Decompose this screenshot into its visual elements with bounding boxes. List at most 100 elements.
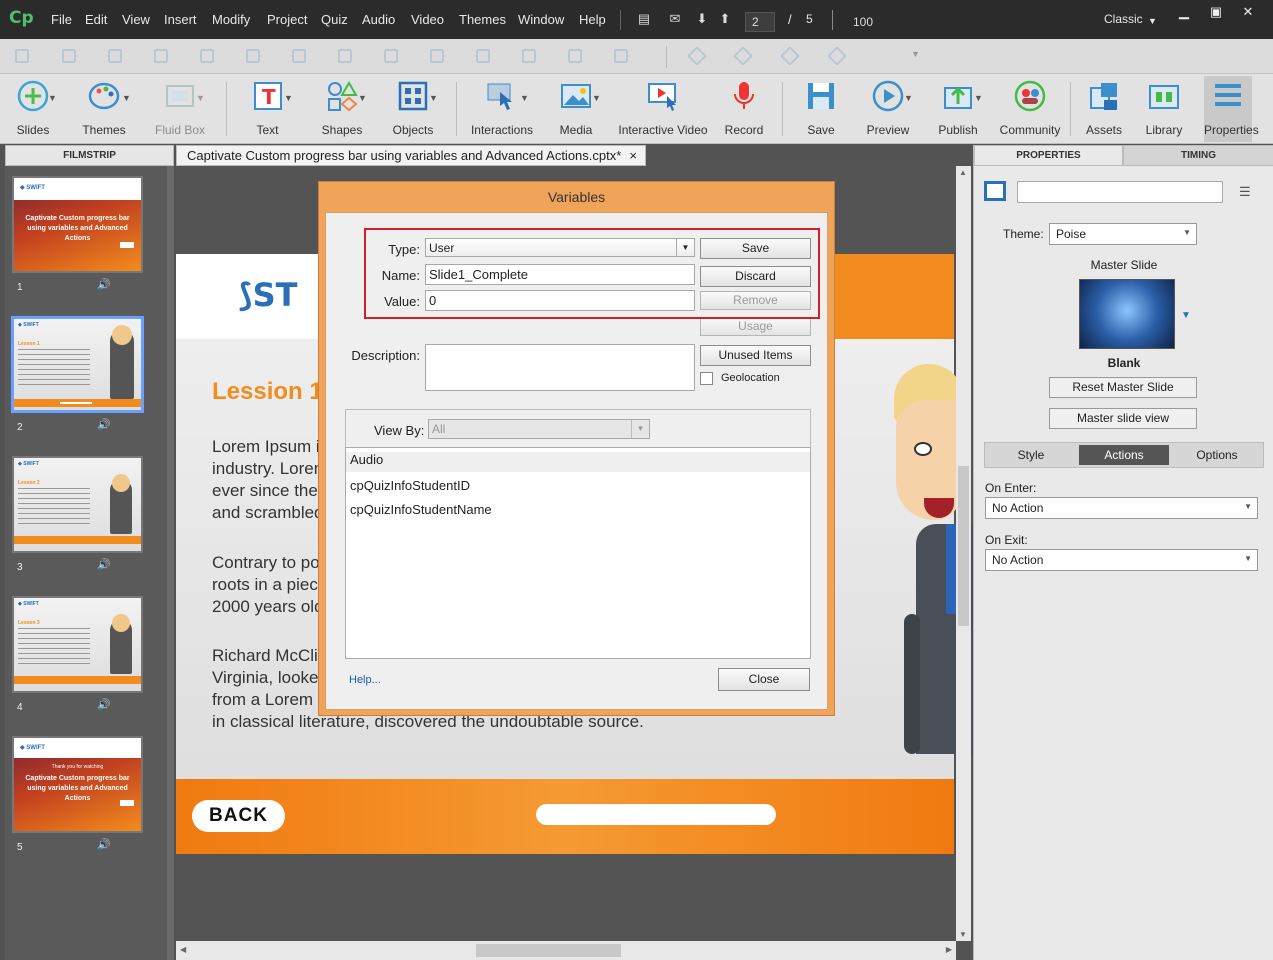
interactive-video-button[interactable]: Interactive Video bbox=[614, 78, 712, 142]
arrow-up-icon[interactable]: ⬆ bbox=[717, 12, 733, 26]
chevron-down-icon[interactable]: ▼ bbox=[1181, 310, 1191, 321]
menu-modify[interactable]: Modify bbox=[212, 12, 250, 27]
menu-insert[interactable]: Insert bbox=[164, 12, 197, 27]
close-tab-icon[interactable]: × bbox=[629, 146, 637, 165]
slide-fill-swatch-icon[interactable] bbox=[984, 181, 1006, 201]
align-right-icon[interactable] bbox=[108, 49, 122, 63]
chevron-down-icon[interactable]: ▼ bbox=[1148, 16, 1157, 26]
thumb-number: 3 bbox=[17, 562, 23, 573]
filmstrip-thumb-5[interactable]: ◆ SWIFT Thank you for watching Captivate… bbox=[12, 736, 143, 833]
usage-button[interactable]: Usage bbox=[700, 317, 811, 336]
send-backward-icon[interactable] bbox=[733, 46, 753, 66]
assets-button[interactable]: Assets bbox=[1080, 78, 1128, 142]
themes-button[interactable]: ▼ Themes bbox=[74, 78, 134, 142]
menu-edit[interactable]: Edit bbox=[85, 12, 107, 27]
same-size-icon[interactable] bbox=[476, 49, 490, 63]
document-tab[interactable]: Captivate Custom progress bar using vari… bbox=[176, 145, 646, 166]
slide-name-input[interactable] bbox=[1017, 181, 1223, 203]
comment-icon[interactable]: ▤ bbox=[636, 12, 652, 26]
save-button[interactable]: Save bbox=[796, 78, 846, 142]
on-enter-select[interactable]: No Action ▼ bbox=[985, 497, 1258, 519]
list-item[interactable]: Audio bbox=[346, 452, 810, 472]
subtab-style[interactable]: Style bbox=[985, 443, 1077, 467]
tab-properties[interactable]: PROPERTIES bbox=[974, 145, 1123, 166]
menu-quiz[interactable]: Quiz bbox=[321, 12, 348, 27]
chevron-down-icon[interactable]: ▼ bbox=[911, 49, 920, 59]
unused-items-button[interactable]: Unused Items bbox=[700, 345, 811, 366]
list-item[interactable]: cpQuizInfoStudentID bbox=[350, 478, 470, 493]
shapes-button[interactable]: ▼ Shapes bbox=[312, 78, 372, 142]
back-button[interactable]: BACK bbox=[192, 800, 285, 832]
subtab-actions[interactable]: Actions bbox=[1079, 445, 1169, 465]
menu-window[interactable]: Window bbox=[518, 12, 564, 27]
community-button[interactable]: Community bbox=[998, 78, 1062, 142]
center-h-icon[interactable] bbox=[522, 49, 536, 63]
properties-button[interactable]: Properties bbox=[1204, 76, 1259, 142]
menu-audio[interactable]: Audio bbox=[362, 12, 395, 27]
menu-view[interactable]: View bbox=[122, 12, 150, 27]
same-width-icon[interactable] bbox=[384, 49, 398, 63]
interactions-button[interactable]: ▼ Interactions bbox=[466, 78, 538, 142]
close-button[interactable]: Close bbox=[718, 668, 810, 691]
record-button[interactable]: Record bbox=[720, 78, 768, 142]
theme-select[interactable]: Poise ▼ bbox=[1049, 223, 1197, 245]
filmstrip-thumb-4[interactable]: ◆ SWIFT Lesson 3 bbox=[12, 596, 143, 693]
menu-file[interactable]: File bbox=[51, 12, 72, 27]
menu-themes[interactable]: Themes bbox=[459, 12, 506, 27]
align-bottom-icon[interactable] bbox=[246, 49, 260, 63]
publish-button[interactable]: ▼ Publish bbox=[928, 78, 988, 142]
menu-help[interactable]: Help bbox=[579, 12, 606, 27]
tab-timing[interactable]: TIMING bbox=[1123, 145, 1273, 166]
text-button[interactable]: T ▼ Text bbox=[240, 78, 295, 142]
filmstrip-thumb-1[interactable]: ◆ SWIFT Captivate Custom progress bar us… bbox=[12, 176, 143, 273]
bring-front-icon[interactable] bbox=[780, 46, 800, 66]
align-center-icon[interactable] bbox=[62, 49, 76, 63]
subtab-options[interactable]: Options bbox=[1171, 443, 1263, 467]
thumb-number: 5 bbox=[17, 842, 23, 853]
list-item[interactable]: cpQuizInfoStudentName bbox=[350, 502, 492, 517]
master-slide-label: Master Slide bbox=[1090, 258, 1158, 272]
distribute-h-icon[interactable] bbox=[292, 49, 306, 63]
minimize-icon[interactable]: ▁ bbox=[1168, 4, 1200, 20]
preview-button[interactable]: ▼ Preview bbox=[858, 78, 918, 142]
library-button[interactable]: Library bbox=[1140, 78, 1188, 142]
filmstrip-thumb-3[interactable]: ◆ SWIFT Lesson 2 bbox=[12, 456, 143, 553]
align-middle-icon[interactable] bbox=[200, 49, 214, 63]
fluid-box-button[interactable]: ▼ Fluid Box bbox=[150, 78, 210, 142]
bring-forward-icon[interactable] bbox=[687, 46, 707, 66]
distribute-v-icon[interactable] bbox=[338, 49, 352, 63]
master-slide-thumbnail[interactable] bbox=[1079, 279, 1175, 349]
vertical-scrollbar[interactable]: ▲ ▼ bbox=[956, 166, 971, 941]
align-top-icon[interactable] bbox=[154, 49, 168, 63]
filmstrip-thumb-2[interactable]: ◆ SWIFT Lesson 1 bbox=[11, 316, 144, 413]
align-slide-icon[interactable] bbox=[614, 49, 628, 63]
menu-project[interactable]: Project bbox=[267, 12, 307, 27]
slides-button[interactable]: ▼ Slides bbox=[4, 78, 62, 142]
maximize-icon[interactable]: ▣ bbox=[1200, 4, 1232, 20]
master-slide-view-button[interactable]: Master slide view bbox=[1049, 408, 1197, 429]
mail-icon[interactable]: ✉ bbox=[667, 12, 683, 26]
horizontal-scrollbar[interactable]: ◀ ▶ bbox=[176, 941, 956, 960]
on-exit-select[interactable]: No Action ▼ bbox=[985, 549, 1258, 571]
zoom-input[interactable]: 100 bbox=[845, 12, 915, 32]
slide-paragraph-1: Lorem Ipsum i industry. Lorem ever since t… bbox=[212, 437, 328, 522]
workspace-select[interactable]: Classic bbox=[1104, 12, 1143, 26]
objects-button[interactable]: ▼ Objects bbox=[383, 78, 443, 142]
arrow-down-icon[interactable]: ⬇ bbox=[694, 12, 710, 26]
reset-master-slide-button[interactable]: Reset Master Slide bbox=[1049, 377, 1197, 398]
close-icon[interactable]: ✕ bbox=[1232, 4, 1264, 20]
geolocation-checkbox[interactable] bbox=[700, 372, 713, 385]
media-button[interactable]: ▼ Media bbox=[546, 78, 606, 142]
align-left-icon[interactable] bbox=[15, 49, 29, 63]
same-height-icon[interactable] bbox=[430, 49, 444, 63]
description-textarea[interactable] bbox=[425, 344, 695, 391]
current-slide-input[interactable]: 2 bbox=[745, 12, 775, 32]
thumb-title: Lesson 1 bbox=[18, 341, 40, 347]
help-link[interactable]: Help... bbox=[349, 674, 381, 686]
view-by-select[interactable]: All ▼ bbox=[428, 419, 650, 439]
menu-video[interactable]: Video bbox=[411, 12, 444, 27]
variables-list[interactable]: Audio cpQuizInfoStudentID cpQuizInfoStud… bbox=[345, 447, 811, 659]
panel-menu-icon[interactable]: ☰ bbox=[1239, 184, 1251, 200]
send-back-icon[interactable] bbox=[827, 46, 847, 66]
center-v-icon[interactable] bbox=[568, 49, 582, 63]
